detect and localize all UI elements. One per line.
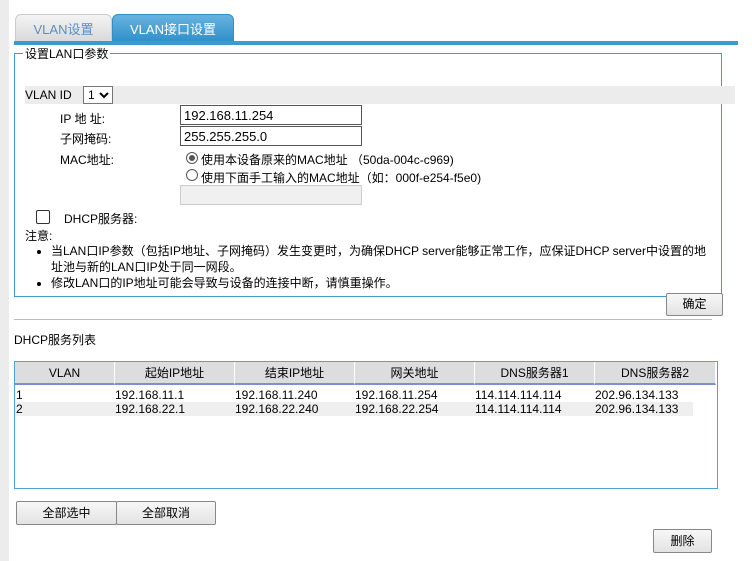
mask-input[interactable] xyxy=(180,126,362,146)
dhcp-list-title: DHCP服务列表 xyxy=(14,333,97,347)
cell-dns1: 114.114.114.114 xyxy=(475,388,562,402)
cell-gateway: 192.168.22.254 xyxy=(355,402,439,416)
mac-manual-label: 使用下面手工输入的MAC地址（如：000f-e254-f5e0) xyxy=(201,171,482,185)
mask-label: 子网掩码: xyxy=(60,132,112,146)
lan-settings-legend: 设置LAN口参数 xyxy=(25,47,109,61)
dhcp-server-label: DHCP服务器: xyxy=(64,212,138,226)
cell-end-ip: 192.168.22.240 xyxy=(235,402,319,416)
deselect-all-button[interactable]: 全部取消 xyxy=(116,501,216,525)
note-label: 注意: xyxy=(25,229,53,243)
cell-vlan: 1 xyxy=(16,388,23,402)
col-header-dns2[interactable]: DNS服务器2 xyxy=(595,362,716,385)
cell-start-ip: 192.168.22.1 xyxy=(115,402,186,416)
table-row[interactable]: 2 192.168.22.1 192.168.22.240 192.168.22… xyxy=(15,402,693,416)
ip-input[interactable] xyxy=(180,105,362,125)
col-header-gateway[interactable]: 网关地址 xyxy=(355,362,475,385)
dhcp-server-checkbox[interactable] xyxy=(36,210,50,224)
table-row[interactable]: 1 192.168.11.1 192.168.11.240 192.168.11… xyxy=(15,388,693,402)
select-all-button[interactable]: 全部选中 xyxy=(16,501,117,525)
vlan-id-row: VLAN ID 1 xyxy=(25,86,735,104)
note-item: 修改LAN口的IP地址可能会导致与设备的连接中断，请慎重操作。 xyxy=(51,275,711,291)
dhcp-table: VLAN 起始IP地址 结束IP地址 网关地址 DNS服务器1 DNS服务器2 … xyxy=(14,361,718,489)
divider xyxy=(14,319,712,320)
col-header-end-ip[interactable]: 结束IP地址 xyxy=(235,362,355,385)
mac-input[interactable] xyxy=(180,185,362,205)
cell-start-ip: 192.168.11.1 xyxy=(115,388,185,402)
cell-end-ip: 192.168.11.240 xyxy=(235,388,318,402)
mac-manual-radio[interactable] xyxy=(186,169,198,181)
mac-original-radio[interactable] xyxy=(186,152,198,164)
col-header-dns1[interactable]: DNS服务器1 xyxy=(475,362,595,385)
cell-dns2: 202.96.134.133 xyxy=(595,402,679,416)
ip-label: IP 地 址: xyxy=(60,112,106,126)
mac-original-label: 使用本设备原来的MAC地址 （50da-004c-c969) xyxy=(201,153,454,167)
note-list: 当LAN口IP参数（包括IP地址、子网掩码）发生变更时，为确保DHCP serv… xyxy=(25,243,711,291)
ok-button[interactable]: 确定 xyxy=(666,293,723,316)
delete-button[interactable]: 删除 xyxy=(653,529,712,553)
col-header-vlan[interactable]: VLAN xyxy=(15,362,115,385)
cell-gateway: 192.168.11.254 xyxy=(355,388,438,402)
vlan-id-label: VLAN ID xyxy=(25,88,72,102)
mac-label: MAC地址: xyxy=(60,153,115,167)
cell-vlan: 2 xyxy=(16,402,23,416)
tab-vlan-settings[interactable]: VLAN设置 xyxy=(15,14,112,42)
lan-settings-group: 设置LAN口参数 VLAN ID 1 IP 地 址: 子网掩码: MAC地址: … xyxy=(14,45,735,316)
col-header-start-ip[interactable]: 起始IP地址 xyxy=(115,362,235,385)
tab-vlan-interface-settings[interactable]: VLAN接口设置 xyxy=(112,14,234,43)
cell-dns1: 114.114.114.114 xyxy=(475,402,562,416)
cell-dns2: 202.96.134.133 xyxy=(595,388,679,402)
note-item: 当LAN口IP参数（包括IP地址、子网掩码）发生变更时，为确保DHCP serv… xyxy=(51,243,711,275)
left-strip xyxy=(0,0,9,561)
vlan-id-select[interactable]: 1 xyxy=(83,86,113,104)
